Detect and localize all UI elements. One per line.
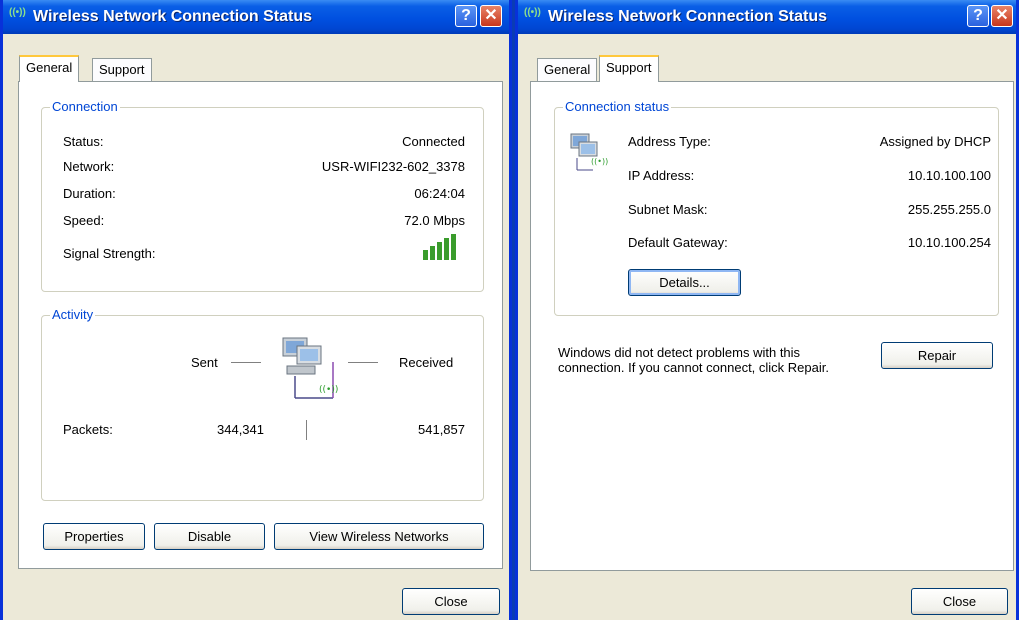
svg-text:((•)): ((•)) <box>319 385 338 395</box>
network-label: Network: <box>63 159 115 174</box>
view-wireless-networks-button[interactable]: View Wireless Networks <box>274 523 484 550</box>
sent-line <box>231 362 261 363</box>
signal-strength-icon <box>423 234 456 260</box>
group-title: Activity <box>50 307 96 322</box>
help-icon[interactable]: ? <box>967 5 989 27</box>
titlebar[interactable]: ((•)) Wireless Network Connection Status… <box>3 0 509 34</box>
packets-label: Packets: <box>63 422 113 437</box>
speed-value: 72.0 Mbps <box>404 213 465 228</box>
group-title: Connection <box>50 99 120 114</box>
tab-support[interactable]: Support <box>599 55 659 82</box>
window-general: ((•)) Wireless Network Connection Status… <box>0 0 512 620</box>
close-button[interactable]: Close <box>911 588 1008 615</box>
tab-panel: Connection status ((•)) Address Type: As… <box>530 81 1014 571</box>
window-title: Wireless Network Connection Status <box>548 8 828 25</box>
network-computers-icon: ((•)) <box>282 337 338 399</box>
close-button[interactable]: Close <box>402 588 500 615</box>
received-label: Received <box>399 355 454 370</box>
tab-panel: Connection Status: Connected Network: US… <box>18 81 503 569</box>
window-title: Wireless Network Connection Status <box>33 8 313 25</box>
window-support: ((•)) Wireless Network Connection Status… <box>515 0 1019 620</box>
tab-support[interactable]: Support <box>92 58 152 82</box>
packets-sent-value: 344,341 <box>217 422 264 437</box>
tab-general[interactable]: General <box>537 58 598 82</box>
help-icon[interactable]: ? <box>455 5 477 27</box>
default-gateway-label: Default Gateway: <box>628 235 728 250</box>
packets-received-value: 541,857 <box>418 422 465 437</box>
duration-value: 06:24:04 <box>414 186 465 201</box>
tab-general[interactable]: General <box>19 55 80 82</box>
properties-button[interactable]: Properties <box>43 523 145 550</box>
subnet-mask-value: 255.255.255.0 <box>907 202 991 217</box>
close-icon[interactable]: ✕ <box>991 5 1013 27</box>
network-value: USR-WIFI232-602_3378 <box>321 159 465 174</box>
svg-text:((•)): ((•)) <box>591 157 608 166</box>
repair-button[interactable]: Repair <box>881 342 993 369</box>
subnet-mask-label: Subnet Mask: <box>628 202 708 217</box>
status-label: Status: <box>63 134 104 149</box>
wireless-antenna-icon: ((•)) <box>524 7 541 18</box>
activity-group: Activity <box>41 307 484 501</box>
group-title: Connection status <box>563 99 672 114</box>
address-type-label: Address Type: <box>628 134 711 149</box>
sent-label: Sent <box>191 355 218 370</box>
disable-button[interactable]: Disable <box>154 523 265 550</box>
titlebar[interactable]: ((•)) Wireless Network Connection Status… <box>518 0 1016 34</box>
ip-address-label: IP Address: <box>628 168 695 183</box>
wireless-antenna-icon: ((•)) <box>9 7 26 18</box>
repair-message: Windows did not detect problems with thi… <box>558 345 829 375</box>
address-type-value: Assigned by DHCP <box>879 134 991 149</box>
signal-strength-label: Signal Strength: <box>63 246 156 261</box>
duration-label: Duration: <box>63 186 116 201</box>
network-computers-icon: ((•)) <box>570 133 608 171</box>
speed-label: Speed: <box>63 213 105 228</box>
ip-address-value: 10.10.100.100 <box>907 168 991 183</box>
details-button[interactable]: Details... <box>628 269 741 296</box>
default-gateway-value: 10.10.100.254 <box>907 235 991 250</box>
close-icon[interactable]: ✕ <box>480 5 502 27</box>
status-value: Connected <box>402 134 465 149</box>
packets-divider <box>306 420 307 440</box>
